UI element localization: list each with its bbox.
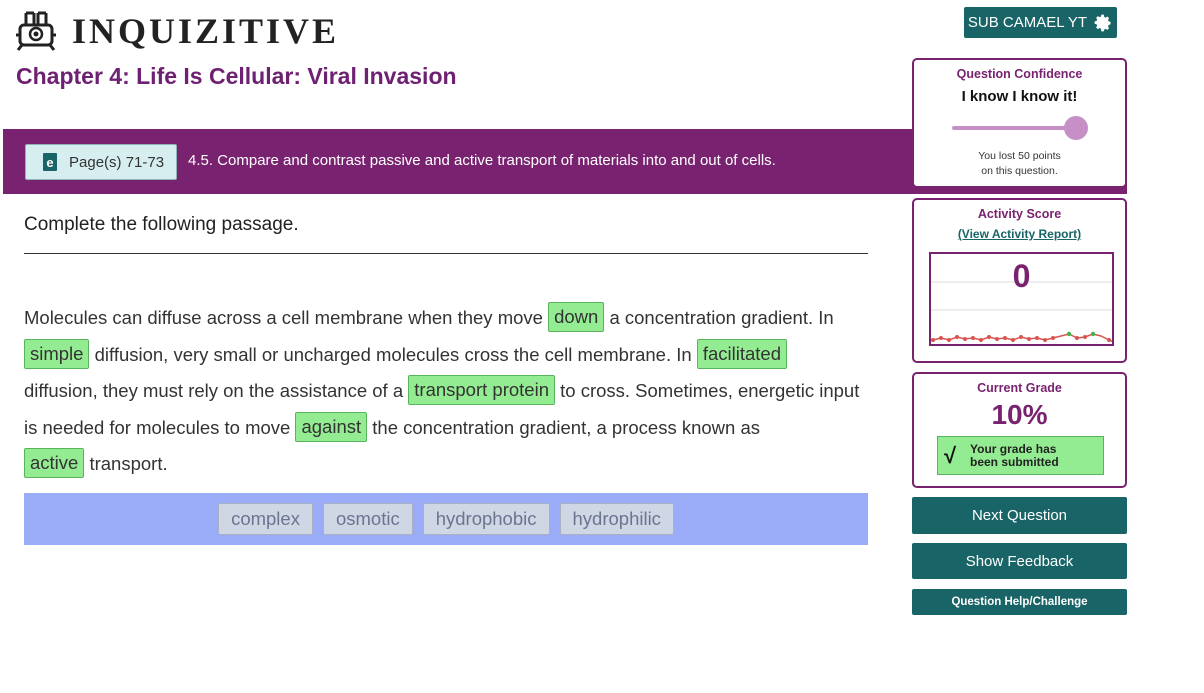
inquizitive-logo: INQUIZITIVE [14, 10, 339, 52]
answer-blank-3[interactable]: facilitated [696, 338, 787, 369]
chapter-title: Chapter 4: Life Is Cellular: Viral Invas… [16, 63, 457, 89]
ebook-icon: e [43, 153, 57, 171]
passage-text: Molecules can diffuse across a cell memb… [24, 307, 543, 328]
divider [24, 253, 868, 254]
grade-submitted-text: Your grade has been submitted [970, 441, 1059, 469]
activity-score-title: Activity Score [977, 207, 1062, 221]
current-grade-value: 10% [991, 399, 1048, 430]
gear-icon [1094, 14, 1111, 31]
points-lost-note: You lost 50 points on this question. [914, 149, 1125, 179]
answer-blank-2[interactable]: simple [24, 338, 90, 369]
brand-name: INQUIZITIVE [72, 11, 340, 51]
confidence-value: I know I know it! [961, 88, 1078, 105]
activity-score-value: 0 [1012, 258, 1031, 294]
bunny-mascot-icon [16, 11, 56, 51]
svg-text:e: e [46, 155, 53, 170]
user-name: SUB CAMAEL YT [967, 14, 1088, 31]
passage-text: diffusion, they must rely on the assista… [24, 380, 404, 402]
grade-submitted-line-1: Your grade has [970, 441, 1057, 456]
score-graph: 0 [929, 252, 1114, 346]
grade-submitted-line-2: been submitted [970, 454, 1059, 469]
passage-text: the concentration gradient, a process kn… [372, 416, 760, 438]
word-bank: complex osmotic hydrophobic hydrophilic [24, 493, 868, 545]
page-range-label: Page(s) 71-73 [69, 153, 165, 171]
answer-blank-6[interactable]: active [24, 448, 85, 479]
ebook-pages-button[interactable]: e Page(s) 71-73 [25, 144, 177, 180]
learning-objective-text: 4.5. Compare and contrast passive and ac… [188, 152, 776, 169]
checkmark-icon: √ [944, 442, 957, 468]
answer-blank-1[interactable]: down [548, 302, 605, 333]
word-bank-chip[interactable]: hydrophilic [559, 503, 674, 535]
view-activity-report-link[interactable]: (View Activity Report) [914, 227, 1125, 241]
current-grade-panel: Current Grade 10% √ Your grade has been … [912, 372, 1127, 488]
current-grade-title: Current Grade [977, 381, 1062, 395]
show-feedback-button[interactable]: Show Feedback [912, 543, 1127, 579]
next-question-button[interactable]: Next Question [912, 497, 1127, 534]
question-confidence-panel: Question Confidence I know I know it! Yo… [912, 58, 1127, 188]
answer-blank-5[interactable]: against [295, 411, 368, 442]
points-lost-line-2: on this question. [981, 165, 1058, 177]
word-bank-chip[interactable]: osmotic [322, 503, 413, 535]
question-prompt: Complete the following passage. [24, 214, 299, 235]
passage-text: transport. [89, 453, 168, 475]
passage-text: diffusion, very small or uncharged molec… [94, 343, 692, 365]
word-bank-chip[interactable]: hydrophobic [422, 503, 550, 535]
user-menu-button[interactable]: SUB CAMAEL YT [964, 7, 1117, 38]
confidence-slider-track[interactable] [952, 126, 1078, 130]
grade-submitted-badge: √ Your grade has been submitted [937, 436, 1104, 475]
confidence-slider-handle[interactable] [1064, 116, 1088, 140]
points-lost-line-1: You lost 50 points [978, 150, 1061, 162]
question-help-button[interactable]: Question Help/Challenge [912, 589, 1127, 615]
fill-in-passage: Molecules can diffuse across a cell memb… [24, 300, 868, 483]
confidence-title: Question Confidence [956, 67, 1083, 81]
word-bank-chip[interactable]: complex [218, 503, 313, 535]
passage-text: a concentration gradient. In [609, 307, 834, 328]
answer-blank-4[interactable]: transport protein [408, 375, 555, 406]
activity-score-panel: Activity Score (View Activity Report) 0 [912, 198, 1127, 363]
